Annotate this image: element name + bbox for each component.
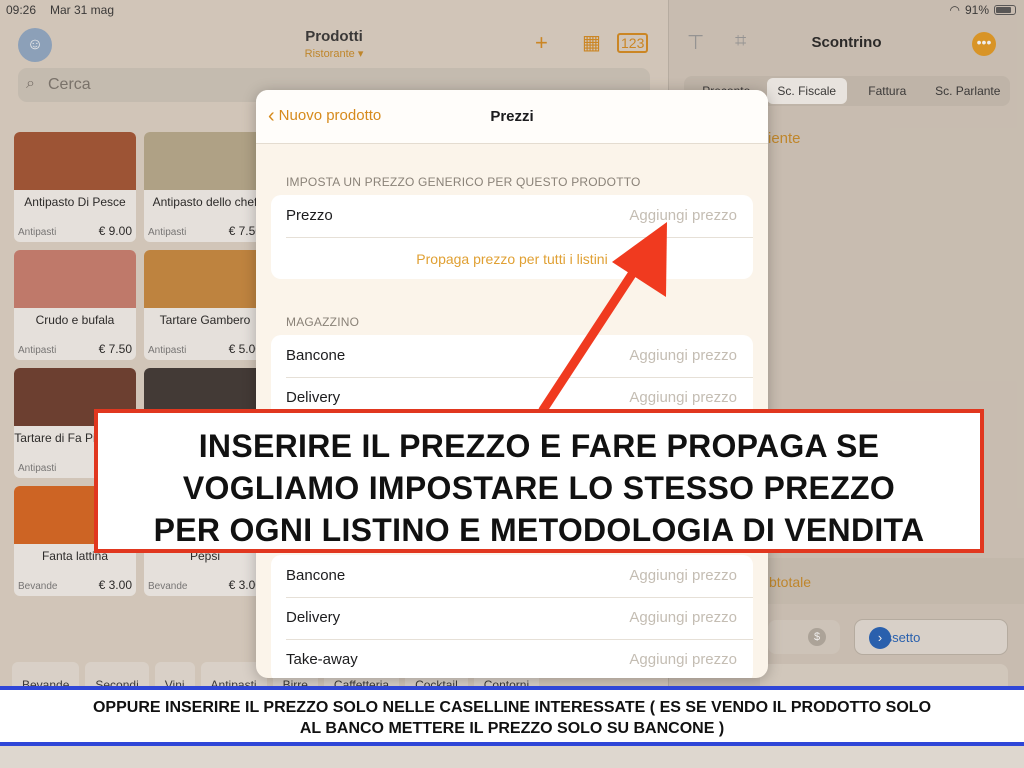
section-magazzino-header: MAGAZZINO bbox=[286, 315, 360, 329]
price-list-label: Bancone bbox=[286, 347, 346, 364]
price-list-row[interactable]: Delivery Aggiungi prezzo bbox=[271, 597, 753, 639]
price-list-row[interactable]: Take-away Aggiungi prezzo bbox=[271, 639, 753, 678]
price-list-label: Take-away bbox=[286, 651, 358, 668]
instruction-callout: INSERIRE IL PREZZO E FARE PROPAGA SE VOGL… bbox=[94, 409, 984, 553]
price-list-input[interactable]: Aggiungi prezzo bbox=[629, 389, 737, 406]
price-list-input[interactable]: Aggiungi prezzo bbox=[629, 567, 737, 584]
callout-line: VOGLIAMO IMPOSTARE LO STESSO PREZZO bbox=[182, 470, 896, 506]
second-price-card: Bancone Aggiungi prezzo Delivery Aggiungi p… bbox=[271, 555, 753, 678]
modal-header: ‹ Nuovo prodotto Prezzi bbox=[256, 90, 768, 144]
generic-price-card: Prezzo Aggiungi prezzo Propaga prezzo pe… bbox=[271, 195, 753, 279]
callout-line: INSERIRE IL PREZZO E FARE PROPAGA SE bbox=[198, 428, 880, 464]
price-row[interactable]: Prezzo Aggiungi prezzo bbox=[271, 195, 753, 237]
callout-line: PER OGNI LISTINO E METODOLOGIA DI VENDIT… bbox=[153, 512, 925, 548]
price-list-input[interactable]: Aggiungi prezzo bbox=[629, 651, 737, 668]
section-generic-header: IMPOSTA UN PREZZO GENERICO PER QUESTO PR… bbox=[286, 175, 641, 189]
price-list-row[interactable]: Bancone Aggiungi prezzo bbox=[271, 335, 753, 377]
price-label: Prezzo bbox=[286, 207, 333, 224]
propagate-row[interactable]: Propaga prezzo per tutti i listini bbox=[271, 237, 753, 279]
price-list-input[interactable]: Aggiungi prezzo bbox=[629, 609, 737, 626]
modal-title: Prezzi bbox=[490, 108, 534, 125]
instruction-banner: OPPURE INSERIRE IL PREZZO SOLO NELLE CAS… bbox=[0, 686, 1024, 746]
price-input[interactable]: Aggiungi prezzo bbox=[629, 207, 737, 224]
banner-line: AL BANCO METTERE IL PREZZO SOLO SU BANCO… bbox=[299, 720, 725, 737]
price-list-input[interactable]: Aggiungi prezzo bbox=[629, 347, 737, 364]
price-list-label: Delivery bbox=[286, 389, 341, 406]
banner-line: OPPURE INSERIRE IL PREZZO SOLO NELLE CAS… bbox=[92, 699, 932, 716]
price-list-label: Bancone bbox=[286, 567, 346, 584]
propagate-button[interactable]: Propaga prezzo per tutti i listini bbox=[271, 251, 753, 267]
price-list-row[interactable]: Bancone Aggiungi prezzo bbox=[271, 555, 753, 597]
prices-modal: ‹ Nuovo prodotto Prezzi IMPOSTA UN PREZZO… bbox=[256, 90, 768, 678]
price-list-label: Delivery bbox=[286, 609, 341, 626]
